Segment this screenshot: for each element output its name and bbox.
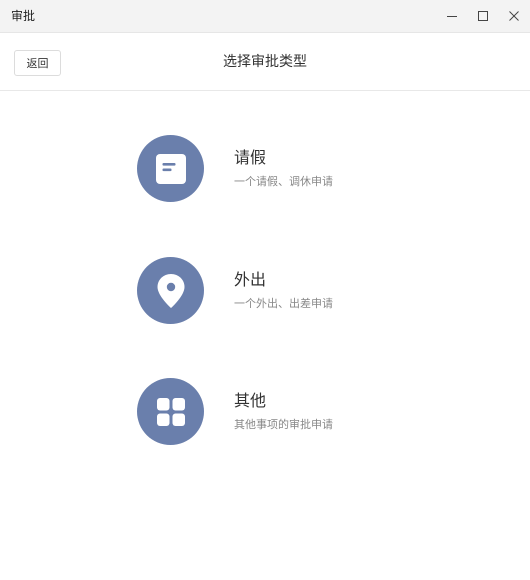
page-title: 选择审批类型 xyxy=(223,54,307,70)
option-leave-title: 请假 xyxy=(234,148,267,167)
maximize-button[interactable] xyxy=(468,0,498,32)
grid-icon xyxy=(156,397,185,426)
option-outing-icon-circle xyxy=(137,257,204,324)
maximize-icon xyxy=(478,11,488,21)
option-outing[interactable]: 外出 一个外出、出差申请 xyxy=(137,257,397,327)
option-other-title: 其他 xyxy=(234,391,267,410)
option-other[interactable]: 其他 其他事项的审批申请 xyxy=(137,378,397,448)
minimize-icon xyxy=(447,16,457,17)
window-titlebar: 审批 xyxy=(0,0,530,33)
page-header: 返回 选择审批类型 xyxy=(0,33,530,91)
close-button[interactable] xyxy=(499,0,529,32)
close-icon xyxy=(509,11,519,21)
option-other-description: 其他事项的审批申请 xyxy=(234,418,333,431)
option-leave[interactable]: 请假 一个请假、调休申请 xyxy=(137,135,397,205)
location-pin-icon xyxy=(157,273,184,308)
option-other-icon-circle xyxy=(137,378,204,445)
option-outing-title: 外出 xyxy=(234,270,267,289)
window-title: 审批 xyxy=(11,9,36,23)
option-outing-description: 一个外出、出差申请 xyxy=(234,297,333,310)
option-leave-icon-circle xyxy=(137,135,204,202)
document-icon xyxy=(155,153,186,184)
minimize-button[interactable] xyxy=(437,0,467,32)
option-leave-description: 一个请假、调休申请 xyxy=(234,175,333,188)
